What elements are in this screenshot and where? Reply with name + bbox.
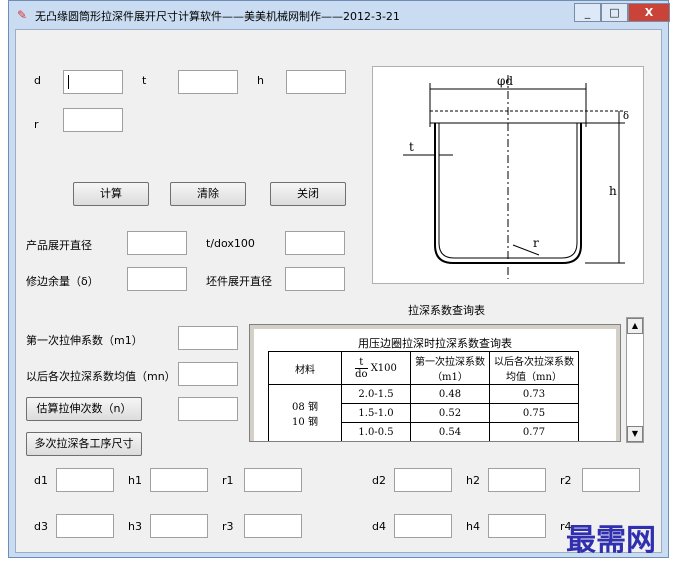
- r2-label: r2: [560, 474, 572, 487]
- range-cell: 2.0-1.5: [341, 384, 411, 404]
- minimize-button[interactable]: _: [574, 3, 601, 22]
- m1-cell: 0.48: [410, 384, 490, 404]
- h4-label: h4: [466, 520, 480, 533]
- maximize-button[interactable]: □: [601, 3, 628, 22]
- draw-count-field[interactable]: [178, 397, 238, 421]
- d4-label: d4: [372, 520, 386, 533]
- multi-draw-sizes-button[interactable]: 多次拉深各工序尺寸: [26, 432, 142, 456]
- header-t-do: t do X100: [341, 351, 411, 385]
- header-m1: 第一次拉深系数（m1）: [410, 351, 490, 385]
- scroll-up-button[interactable]: ▲: [627, 318, 643, 334]
- table-header-row: 材料 t do X100 第一次拉深系数（m1） 以后各次拉深系数均值（mn）: [268, 351, 579, 385]
- t-label: t: [142, 74, 147, 87]
- d-label: d: [34, 74, 41, 87]
- t-input[interactable]: [178, 70, 238, 94]
- blank-diameter-label: 坯件展开直径: [206, 275, 272, 288]
- t-do-label: t/dox100: [206, 237, 255, 250]
- window-title: 无凸缘圆筒形拉深件展开尺寸计算软件——美美机械网制作——2012-3-21: [35, 10, 400, 23]
- r2-field[interactable]: [582, 468, 640, 492]
- form-client-area: d t h r 计算 清除 关闭 产品展开直径 t/dox100 修边余量（δ）…: [15, 29, 662, 553]
- h3-label: h3: [128, 520, 142, 533]
- m1-field[interactable]: [178, 326, 238, 350]
- t-do-field[interactable]: [285, 231, 345, 255]
- d1-label: d1: [34, 474, 48, 487]
- blank-diameter-field[interactable]: [285, 267, 345, 291]
- trim-allowance-field[interactable]: [127, 267, 187, 291]
- close-button[interactable]: 关闭: [270, 182, 346, 206]
- header-material: 材料: [268, 351, 342, 385]
- r-label: r: [34, 118, 39, 131]
- delta-text: δ: [623, 111, 629, 122]
- r1-label: r1: [222, 474, 234, 487]
- mn-field[interactable]: [178, 362, 238, 386]
- m1-cell: 0.52: [410, 403, 490, 423]
- r-text: r: [533, 236, 539, 250]
- material-cell: 08 钢 10 钢: [268, 384, 342, 441]
- r-input[interactable]: [63, 108, 123, 132]
- formula-suffix: X100: [370, 362, 397, 374]
- h2-field[interactable]: [488, 468, 546, 492]
- cup-drawing: φd δ t h r: [403, 74, 629, 279]
- mn-cell: 0.77: [489, 422, 579, 441]
- coef-table: 材料 t do X100 第一次拉深系数（m1） 以后各次拉深系数均值（mn）: [268, 351, 579, 441]
- h3-field[interactable]: [150, 514, 208, 538]
- coef-table-title: 用压边圈拉深时拉深系数查询表: [358, 337, 512, 350]
- clear-button[interactable]: 清除: [170, 182, 246, 206]
- d-input[interactable]: [63, 70, 123, 94]
- coef-table-paper: 用压边圈拉深时拉深系数查询表 材料 t do X100 第一次拉深系数（m1） …: [254, 329, 616, 441]
- r3-field[interactable]: [244, 514, 302, 538]
- mn-cell: 0.73: [489, 384, 579, 404]
- material-10: 10 钢: [292, 417, 318, 428]
- trim-allowance-label: 修边余量（δ）: [26, 275, 99, 288]
- coef-table-viewer[interactable]: 用压边圈拉深时拉深系数查询表 材料 t do X100 第一次拉深系数（m1） …: [249, 324, 621, 442]
- d1-field[interactable]: [56, 468, 114, 492]
- table-caption: 拉深系数查询表: [408, 304, 485, 317]
- h-text: h: [609, 184, 617, 198]
- estimate-draws-button[interactable]: 估算拉伸次数（n）: [26, 397, 142, 421]
- formula-denominator: do: [355, 368, 368, 380]
- d3-field[interactable]: [56, 514, 114, 538]
- range-cell: 1.5-1.0: [341, 403, 411, 423]
- watermark-logo: 最需网: [566, 523, 656, 558]
- d3-label: d3: [34, 520, 48, 533]
- m1-label: 第一次拉伸系数（m1）: [26, 334, 143, 347]
- r1-field[interactable]: [244, 468, 302, 492]
- m1-cell: 0.54: [410, 422, 490, 441]
- d4-field[interactable]: [394, 514, 452, 538]
- table-scrollbar[interactable]: ▲ ▼: [626, 317, 644, 443]
- text-caret: [68, 75, 69, 89]
- title-bar[interactable]: ✎ 无凸缘圆筒形拉深件展开尺寸计算软件——美美机械网制作——2012-3-21 …: [9, 1, 670, 29]
- mn-label: 以后各次拉深系数均值（mn）: [26, 370, 176, 383]
- h1-field[interactable]: [150, 468, 208, 492]
- h2-label: h2: [466, 474, 480, 487]
- app-icon: ✎: [17, 8, 28, 22]
- scroll-down-button[interactable]: ▼: [627, 426, 643, 442]
- h4-field[interactable]: [488, 514, 546, 538]
- range-cell: 1.0-0.5: [341, 422, 411, 441]
- mn-cell: 0.75: [489, 403, 579, 423]
- calculate-button[interactable]: 计算: [73, 182, 149, 206]
- product-diameter-field[interactable]: [127, 231, 187, 255]
- h1-label: h1: [128, 474, 142, 487]
- cup-diagram: φd δ t h r: [372, 66, 644, 284]
- phi-d-text: φd: [497, 74, 513, 88]
- t-text: t: [409, 140, 414, 154]
- product-diameter-label: 产品展开直径: [26, 239, 92, 252]
- d2-field[interactable]: [394, 468, 452, 492]
- close-window-button[interactable]: X: [628, 3, 670, 22]
- d2-label: d2: [372, 474, 386, 487]
- material-08: 08 钢: [292, 402, 318, 413]
- formula-numerator: t: [355, 357, 368, 369]
- h-label: h: [257, 74, 264, 87]
- table-row: 08 钢 10 钢 2.0-1.5 0.48 0.73: [268, 384, 579, 441]
- header-mn: 以后各次拉深系数均值（mn）: [489, 351, 579, 385]
- app-window: ✎ 无凸缘圆筒形拉深件展开尺寸计算软件——美美机械网制作——2012-3-21 …: [8, 0, 670, 558]
- r3-label: r3: [222, 520, 234, 533]
- h-input[interactable]: [286, 70, 346, 94]
